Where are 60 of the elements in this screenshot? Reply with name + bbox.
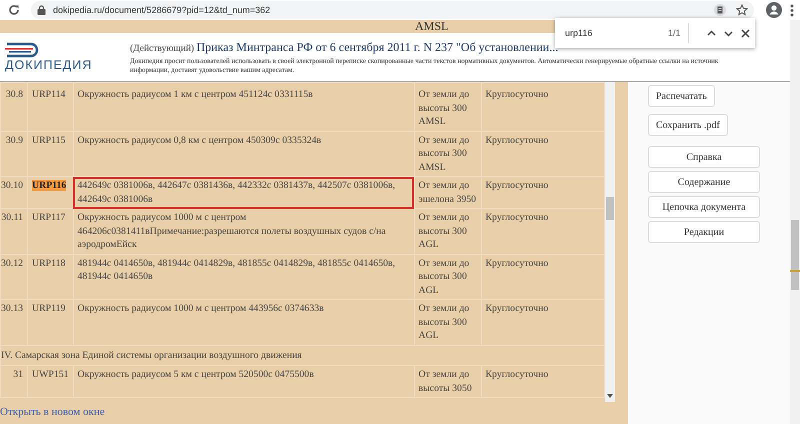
table-cell: От земли до высоты 300 AGL [414, 254, 482, 300]
close-icon[interactable] [741, 28, 750, 38]
menu-button[interactable]: Содержание [648, 171, 760, 193]
table-cell-text: AMSL [414, 20, 450, 33]
table-cell: 481944с 0414650в, 481944с 0414829в, 481855с 0414829в, 481855с 0414650в, 481944с 0414650в [73, 254, 414, 300]
document-icon[interactable] [714, 4, 726, 16]
section-heading: IV. Самарская зона Единой системы организации воздушного движения [0, 345, 604, 366]
table-cell: Окружность радиусом 1000 м с центром 464206с0381411вПримечание:разрешаются полеты воздушных судов с/на аэродромЕйск [73, 208, 414, 254]
menu-button[interactable]: Цепочка документа [648, 196, 760, 218]
table-cell: Окружность радиусом 1 км с центром 451124с 0331115в [73, 82, 414, 131]
table-cell: 30.8 [0, 82, 28, 131]
table-cell: От земли до высоты 3050 [414, 366, 482, 398]
table-cell: 31 [0, 366, 28, 398]
scroll-down-icon[interactable] [607, 394, 613, 398]
table-cell: От земли до высоты 300 AGL [414, 208, 482, 254]
menu-button[interactable]: Сохранить .pdf [648, 114, 728, 136]
scrollbar[interactable] [790, 20, 800, 424]
table-cell: 442649с 0381006в, 442647с 0381436в, 442332с 0381437в, 442507с 0381006в, 442649с 0381006в [73, 176, 414, 208]
url-text: dokipedia.ru/document/5286679?pid=12&td_num=362 [53, 5, 272, 15]
menu-button[interactable]: Распечатать [648, 85, 715, 107]
reload-icon[interactable] [7, 3, 21, 17]
star-icon[interactable] [736, 4, 748, 16]
table-cell: Круглосуточно [481, 176, 604, 208]
table-cell: От земли до высоты 300 AGL [414, 300, 482, 345]
logo-text: ДОКИПЕДИЯ [5, 58, 94, 72]
document-title: (Действующий) Приказ Минтранса РФ от 6 сентября 2011 г. N 237 "Об установлении... [130, 39, 560, 56]
lock-icon [37, 5, 46, 15]
table-cell: URP117 [28, 208, 74, 254]
table-cell: Окружность радиусом 0,8 км с центром 450309с 0335324в [73, 131, 414, 176]
table-cell: UWP151 [28, 366, 74, 398]
table-cell: От земли до высоты 300 AMSL [414, 131, 482, 176]
table-cell: От земли до высоты 300 AMSL [414, 82, 482, 131]
table-cell: URP118 [28, 254, 74, 300]
chevron-down-icon[interactable] [724, 28, 733, 38]
address-bar[interactable]: dokipedia.ru/document/5286679?pid=12&td_num=362 [31, 1, 754, 19]
find-field[interactable]: urp116 [565, 28, 665, 38]
table-cell: URP119 [28, 300, 74, 345]
match-count: 1/1 [668, 28, 682, 38]
table-cell: 30.13 [0, 300, 28, 345]
scrollbar[interactable] [605, 82, 615, 402]
scroll-thumb[interactable] [606, 197, 614, 220]
table-cell: URP114 [28, 82, 74, 131]
table-cell: От земли до эшелона 3950 [414, 176, 482, 208]
table-cell: URP115 [28, 131, 74, 176]
menu-button[interactable]: Редакции [648, 221, 760, 243]
chevron-up-icon[interactable] [707, 28, 716, 38]
table-cell: Окружность радиусом 5 км с центром 520500с 0475500в [73, 366, 414, 398]
table-cell: Окружность радиусом 1000 м с центром 443956с 0374633в [73, 300, 414, 345]
table-cell: Круглосуточно [481, 366, 604, 398]
table-cell: 30.12 [0, 254, 28, 300]
table-cell: 30.11 [0, 208, 28, 254]
scroll-thumb[interactable] [791, 220, 799, 290]
search-highlight: URP116 [32, 180, 66, 191]
menu-icon[interactable] [790, 4, 794, 16]
account-icon[interactable] [766, 2, 782, 18]
menu-button[interactable]: Справка [648, 146, 760, 168]
table-cell: 30.10 [0, 176, 28, 208]
table-cell: 30.9 [0, 131, 28, 176]
open-link[interactable]: Открыть в новом окне [0, 402, 105, 418]
table-cell: Круглосуточно [481, 82, 604, 131]
